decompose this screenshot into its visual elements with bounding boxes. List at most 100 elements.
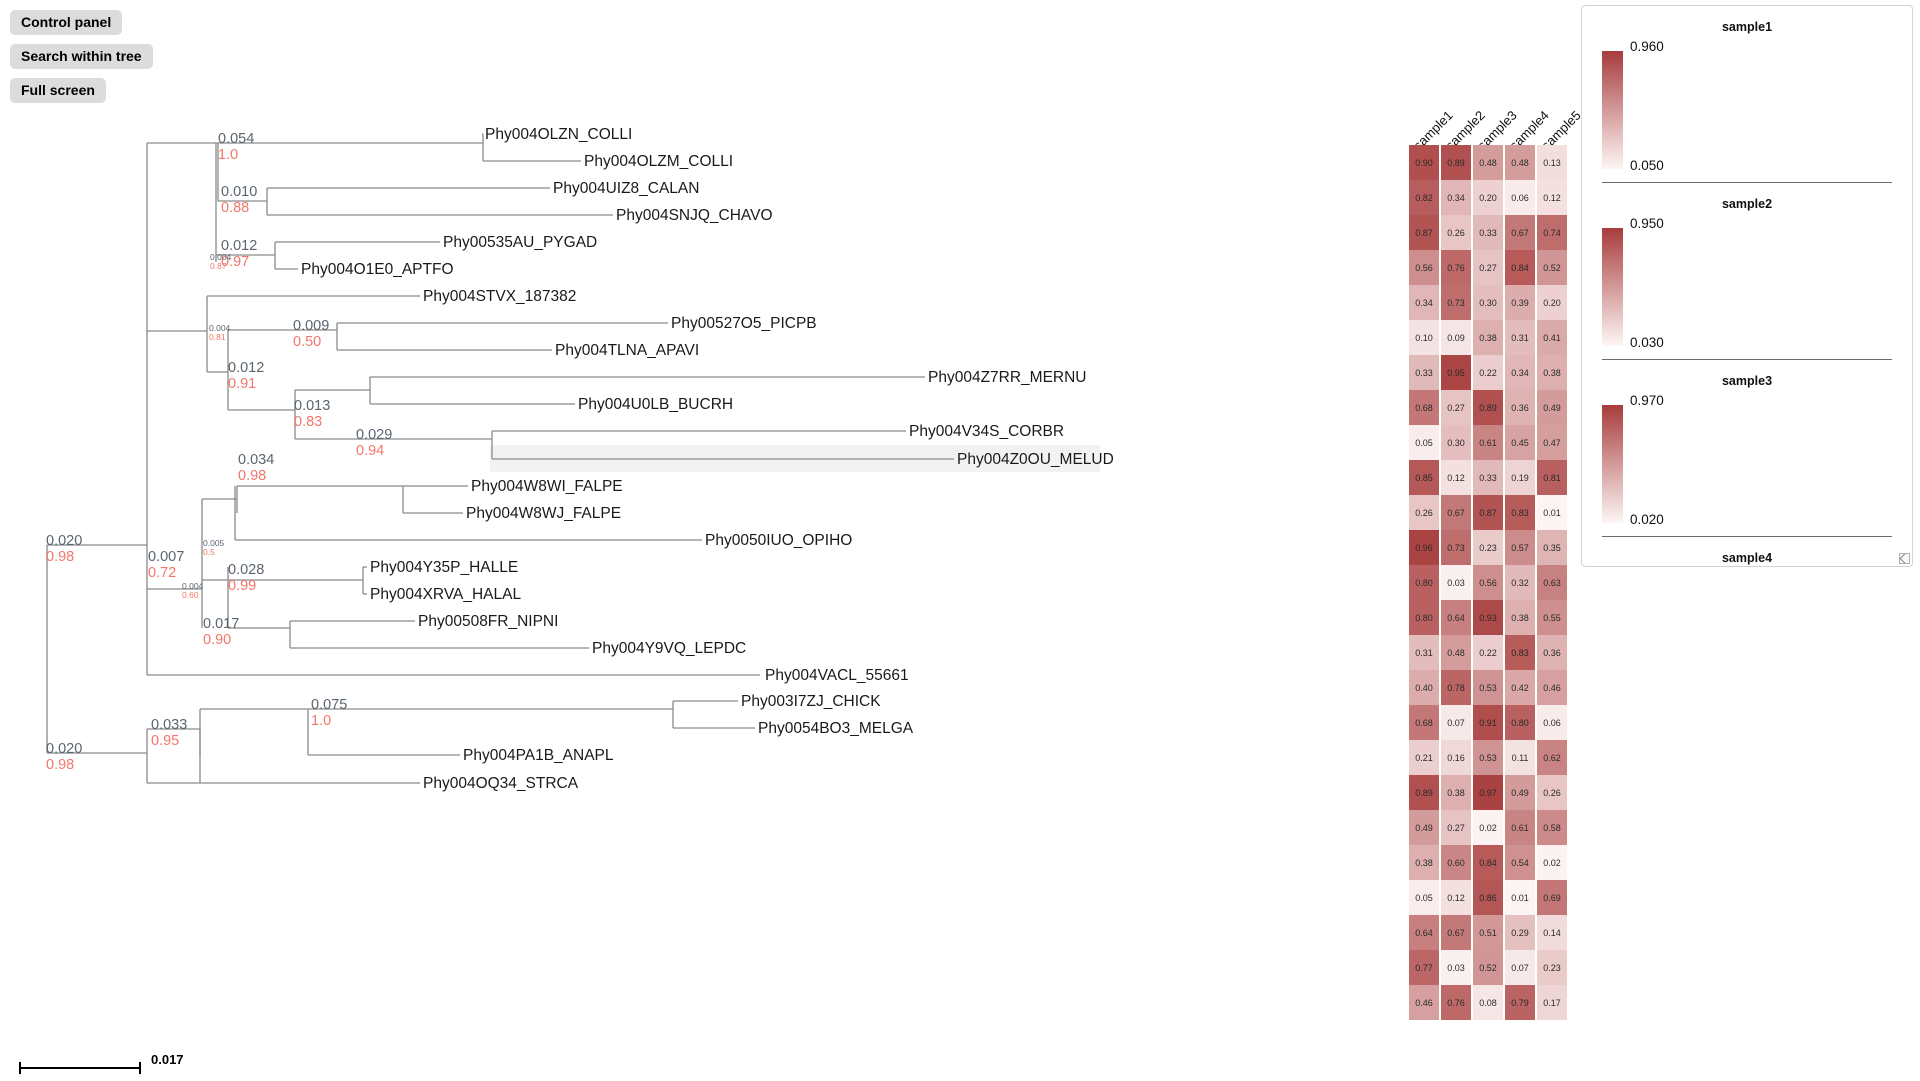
heatmap-cell[interactable]: 0.38 (1537, 355, 1567, 390)
heatmap-cell[interactable]: 0.23 (1537, 950, 1567, 985)
heatmap-cell[interactable]: 0.38 (1473, 320, 1503, 355)
tip-label[interactable]: Phy004Y9VQ_LEPDC (592, 640, 746, 657)
heatmap-cell[interactable]: 0.12 (1537, 180, 1567, 215)
heatmap-cell[interactable]: 0.56 (1473, 565, 1503, 600)
heatmap-cell[interactable]: 0.07 (1505, 950, 1535, 985)
heatmap-cell[interactable]: 0.36 (1537, 635, 1567, 670)
heatmap-cell[interactable]: 0.30 (1441, 425, 1471, 460)
heatmap-cell[interactable]: 0.22 (1473, 355, 1503, 390)
heatmap-cell[interactable]: 0.20 (1537, 285, 1567, 320)
heatmap-cell[interactable]: 0.52 (1473, 950, 1503, 985)
heatmap-cell[interactable]: 0.10 (1409, 320, 1439, 355)
heatmap-cell[interactable]: 0.58 (1537, 810, 1567, 845)
heatmap-cell[interactable]: 0.96 (1409, 530, 1439, 565)
heatmap-row[interactable]: 0.10 0.09 0.38 0.31 0.41 (1409, 320, 1567, 355)
heatmap-row[interactable]: 0.82 0.34 0.20 0.06 0.12 (1409, 180, 1567, 215)
heatmap-cell[interactable]: 0.21 (1409, 740, 1439, 775)
heatmap-cell[interactable]: 0.35 (1537, 530, 1567, 565)
tip-label[interactable]: Phy004OLZN_COLLI (485, 126, 632, 143)
heatmap-cell[interactable]: 0.02 (1537, 845, 1567, 880)
heatmap-cell[interactable]: 0.78 (1441, 670, 1471, 705)
legend-panel[interactable]: sample1 0.960 0.050 sample2 0.950 0.030 sample… (1581, 5, 1913, 567)
heatmap-cell[interactable]: 0.34 (1409, 285, 1439, 320)
heatmap-cell[interactable]: 0.12 (1441, 880, 1471, 915)
tip-label[interactable]: Phy004STVX_187382 (423, 288, 576, 305)
heatmap-cell[interactable]: 0.85 (1409, 460, 1439, 495)
heatmap-cell[interactable]: 0.34 (1441, 180, 1471, 215)
heatmap-cell[interactable]: 0.74 (1537, 215, 1567, 250)
heatmap-cell[interactable]: 0.87 (1409, 215, 1439, 250)
heatmap-row[interactable]: 0.05 0.30 0.61 0.45 0.47 (1409, 425, 1567, 460)
heatmap-cell[interactable]: 0.68 (1409, 705, 1439, 740)
heatmap-row[interactable]: 0.56 0.76 0.27 0.84 0.52 (1409, 250, 1567, 285)
heatmap-cell[interactable]: 0.81 (1537, 460, 1567, 495)
heatmap-cell[interactable]: 0.57 (1505, 530, 1535, 565)
tip-label[interactable]: Phy003I7ZJ_CHICK (741, 693, 881, 710)
heatmap-cell[interactable]: 0.41 (1537, 320, 1567, 355)
heatmap-cell[interactable]: 0.84 (1473, 845, 1503, 880)
heatmap-cell[interactable]: 0.62 (1537, 740, 1567, 775)
heatmap-cell[interactable]: 0.86 (1473, 880, 1503, 915)
heatmap-cell[interactable]: 0.80 (1409, 565, 1439, 600)
tip-label[interactable]: Phy00508FR_NIPNI (418, 613, 558, 630)
heatmap-cell[interactable]: 0.01 (1537, 495, 1567, 530)
heatmap-cell[interactable]: 0.07 (1441, 705, 1471, 740)
tip-label[interactable]: Phy004O1E0_APTFO (301, 261, 454, 278)
heatmap-cell[interactable]: 0.48 (1473, 145, 1503, 180)
heatmap-cell[interactable]: 0.26 (1537, 775, 1567, 810)
tip-label[interactable]: Phy00527O5_PICPB (671, 315, 817, 332)
heatmap-cell[interactable]: 0.51 (1473, 915, 1503, 950)
heatmap-cell[interactable]: 0.38 (1505, 600, 1535, 635)
heatmap-cell[interactable]: 0.08 (1473, 985, 1503, 1020)
tip-label[interactable]: Phy004UIZ8_CALAN (553, 180, 699, 197)
heatmap-row[interactable]: 0.26 0.67 0.87 0.83 0.01 (1409, 495, 1567, 530)
heatmap-cell[interactable]: 0.49 (1537, 390, 1567, 425)
heatmap-cell[interactable]: 0.73 (1441, 285, 1471, 320)
heatmap-cell[interactable]: 0.01 (1505, 880, 1535, 915)
heatmap-row[interactable]: 0.80 0.64 0.93 0.38 0.55 (1409, 600, 1567, 635)
heatmap-cell[interactable]: 0.27 (1441, 390, 1471, 425)
heatmap-cell[interactable]: 0.83 (1505, 495, 1535, 530)
heatmap-cell[interactable]: 0.76 (1441, 985, 1471, 1020)
heatmap-cell[interactable]: 0.17 (1537, 985, 1567, 1020)
heatmap-cell[interactable]: 0.02 (1473, 810, 1503, 845)
heatmap-cell[interactable]: 0.16 (1441, 740, 1471, 775)
tip-label[interactable]: Phy004OQ34_STRCA (423, 775, 579, 792)
heatmap-cell[interactable]: 0.93 (1473, 600, 1503, 635)
heatmap-cell[interactable]: 0.03 (1441, 565, 1471, 600)
heatmap-cell[interactable]: 0.79 (1505, 985, 1535, 1020)
phylogenetic-tree-canvas[interactable]: Phy004OLZN_COLLI Phy004OLZM_COLLI Phy004UI… (0, 0, 1400, 1080)
tip-label[interactable]: Phy004W8WJ_FALPE (466, 505, 621, 522)
heatmap-cell[interactable]: 0.34 (1505, 355, 1535, 390)
heatmap-cell[interactable]: 0.38 (1441, 775, 1471, 810)
heatmap-cell[interactable]: 0.84 (1505, 250, 1535, 285)
heatmap-cell[interactable]: 0.61 (1473, 425, 1503, 460)
heatmap-cell[interactable]: 0.26 (1409, 495, 1439, 530)
heatmap-row[interactable]: 0.77 0.03 0.52 0.07 0.23 (1409, 950, 1567, 985)
heatmap-cell[interactable]: 0.61 (1505, 810, 1535, 845)
heatmap-cell[interactable]: 0.53 (1473, 740, 1503, 775)
heatmap-row[interactable]: 0.68 0.07 0.91 0.80 0.06 (1409, 705, 1567, 740)
heatmap-cell[interactable]: 0.48 (1441, 635, 1471, 670)
heatmap-cell[interactable]: 0.47 (1537, 425, 1567, 460)
heatmap-row[interactable]: 0.85 0.12 0.33 0.19 0.81 (1409, 460, 1567, 495)
tip-label[interactable]: Phy004Z0OU_MELUD (957, 451, 1114, 468)
heatmap-cell[interactable]: 0.56 (1409, 250, 1439, 285)
heatmap-cell[interactable]: 0.60 (1441, 845, 1471, 880)
heatmap-cell[interactable]: 0.42 (1505, 670, 1535, 705)
heatmap-cell[interactable]: 0.09 (1441, 320, 1471, 355)
heatmap-cell[interactable]: 0.05 (1409, 880, 1439, 915)
heatmap-cell[interactable]: 0.54 (1505, 845, 1535, 880)
heatmap-cell[interactable]: 0.89 (1409, 775, 1439, 810)
heatmap-cell[interactable]: 0.12 (1441, 460, 1471, 495)
heatmap-cell[interactable]: 0.90 (1409, 145, 1439, 180)
heatmap-cell[interactable]: 0.31 (1505, 320, 1535, 355)
heatmap-cell[interactable]: 0.27 (1473, 250, 1503, 285)
tip-label[interactable]: Phy0054BO3_MELGA (758, 720, 914, 737)
heatmap-row[interactable]: 0.33 0.95 0.22 0.34 0.38 (1409, 355, 1567, 390)
heatmap-cell[interactable]: 0.11 (1505, 740, 1535, 775)
heatmap-cell[interactable]: 0.33 (1409, 355, 1439, 390)
heatmap-cell[interactable]: 0.30 (1473, 285, 1503, 320)
tip-label[interactable]: Phy004XRVA_HALAL (370, 586, 521, 603)
tip-label[interactable]: Phy004Y35P_HALLE (370, 559, 518, 576)
